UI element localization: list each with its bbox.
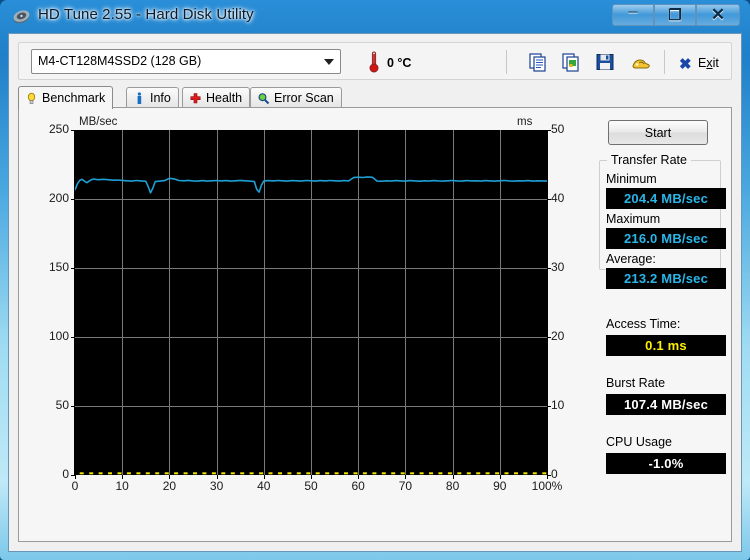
- x-tick-mark: [499, 475, 501, 479]
- plot-svg: [75, 130, 547, 475]
- x-tick: 20: [162, 479, 177, 493]
- maximum-label: Maximum: [606, 212, 661, 226]
- transfer-rate-title: Transfer Rate: [607, 153, 691, 167]
- x-tick-mark: [169, 475, 171, 479]
- tab-info-label: Info: [150, 91, 171, 105]
- access-time-dots: [79, 472, 547, 475]
- options-icon[interactable]: [630, 51, 652, 73]
- x-tick-mark: [358, 475, 360, 479]
- maximize-icon: ❐: [668, 7, 682, 24]
- magnifier-icon: [258, 92, 270, 104]
- x-tick-mark: [122, 475, 124, 479]
- y-tick-right: 30: [551, 260, 565, 274]
- x-tick: 50: [304, 479, 318, 493]
- tab-info[interactable]: Info: [126, 87, 179, 108]
- lightbulb-icon: [27, 92, 36, 104]
- y-axis-line: [74, 130, 75, 475]
- y-tick-left: 200: [48, 191, 69, 205]
- cpu-usage-value: -1.0%: [606, 453, 726, 474]
- access-time-label: Access Time:: [606, 317, 681, 331]
- close-button[interactable]: ✕: [696, 4, 740, 26]
- y-tick-right: 20: [551, 329, 565, 343]
- toolbar-separator: [664, 50, 665, 74]
- minimize-icon: ─: [628, 3, 638, 19]
- y-tick-left: 100: [48, 329, 69, 343]
- y-axis-unit-right: ms: [517, 116, 533, 128]
- x-tick: 40: [257, 479, 271, 493]
- start-button-label: Start: [644, 125, 672, 140]
- cpu-usage-label: CPU Usage: [606, 435, 672, 449]
- copy-image-icon[interactable]: [560, 51, 582, 73]
- y2-axis-line: [547, 130, 548, 475]
- copy-text-icon[interactable]: [527, 51, 549, 73]
- toolbar-separator: [506, 50, 507, 74]
- close-icon: ✕: [710, 5, 726, 24]
- tab-health[interactable]: Health: [182, 87, 251, 108]
- x-tick: 60: [351, 479, 365, 493]
- drive-select[interactable]: M4-CT128M4SSD2 (128 GB): [31, 49, 341, 74]
- exit-button[interactable]: Exit: [698, 56, 719, 70]
- x-tick-mark: [547, 475, 548, 479]
- tab-health-label: Health: [206, 91, 243, 105]
- health-cross-icon: [190, 92, 201, 103]
- y-axis-unit-left: MB/sec: [79, 116, 118, 128]
- burst-rate-label: Burst Rate: [606, 376, 666, 390]
- temperature-value: 0 °C: [387, 56, 412, 70]
- average-label: Average:: [606, 252, 656, 266]
- tab-benchmark[interactable]: Benchmark: [18, 86, 114, 109]
- drive-select-value: M4-CT128M4SSD2 (128 GB): [38, 54, 202, 68]
- tab-error-scan[interactable]: Error Scan: [250, 87, 342, 108]
- thermometer-icon: [369, 51, 379, 73]
- average-value: 213.2 MB/sec: [606, 268, 726, 289]
- minimum-value: 204.4 MB/sec: [606, 188, 726, 209]
- y-tick-left: 150: [48, 260, 69, 274]
- benchmark-chart: MB/sec ms 0 50 100 150 200 250 0 10 20 30 40 50 01…: [27, 113, 575, 498]
- chevron-down-icon: [324, 59, 334, 65]
- x-tick-mark: [405, 475, 407, 479]
- info-icon: [137, 91, 142, 104]
- x-tick-mark: [311, 475, 312, 479]
- maximize-button[interactable]: ❐: [654, 4, 696, 26]
- y-tick-left: 250: [48, 122, 69, 136]
- close-x-icon[interactable]: ✖: [679, 55, 692, 73]
- tab-error-scan-label: Error Scan: [274, 91, 334, 105]
- plot-area: [75, 130, 547, 475]
- x-tick: 80: [445, 479, 460, 493]
- tab-benchmark-label: Benchmark: [42, 91, 106, 105]
- title-bar[interactable]: HD Tune 2.55 - Hard Disk Utility ─ ❐ ✕: [0, 0, 750, 33]
- x-tick: 90: [493, 479, 507, 493]
- x-tick-mark: [263, 475, 265, 479]
- burst-rate-value: 107.4 MB/sec: [606, 394, 726, 415]
- access-time-value: 0.1 ms: [606, 335, 726, 356]
- minimize-button[interactable]: ─: [612, 4, 654, 26]
- x-tick: 100%: [531, 479, 563, 493]
- x-tick-mark: [452, 475, 454, 479]
- x-tick: 70: [398, 479, 413, 493]
- maximum-value: 216.0 MB/sec: [606, 228, 726, 249]
- hdd-icon: [13, 10, 30, 24]
- window-title: HD Tune 2.55 - Hard Disk Utility: [38, 6, 254, 23]
- x-tick-mark: [75, 475, 76, 479]
- x-tick: 10: [115, 479, 129, 493]
- y-tick-right: 40: [551, 191, 565, 205]
- start-button[interactable]: Start: [608, 120, 708, 145]
- save-icon[interactable]: [594, 51, 616, 73]
- x-tick: 30: [209, 479, 224, 493]
- y-tick-right: 10: [551, 398, 565, 412]
- x-tick: 0: [71, 479, 79, 493]
- benchmark-panel: MB/sec ms 0 50 100 150 200 250 0 10 20 30 40 50 01…: [18, 107, 732, 542]
- x-tick-mark: [216, 475, 218, 479]
- minimum-label: Minimum: [606, 172, 657, 186]
- y-tick-right: 50: [551, 122, 565, 136]
- y-tick-left: 50: [55, 398, 69, 412]
- tab-strip: Benchmark Info Health Error Scan: [18, 86, 732, 109]
- toolbar: M4-CT128M4SSD2 (128 GB) 0 °C ✖ Exit: [18, 42, 732, 80]
- hd-tune-window: HD Tune 2.55 - Hard Disk Utility ─ ❐ ✕ M…: [0, 0, 750, 560]
- client-area: M4-CT128M4SSD2 (128 GB) 0 °C ✖ Exit Benc…: [8, 33, 742, 552]
